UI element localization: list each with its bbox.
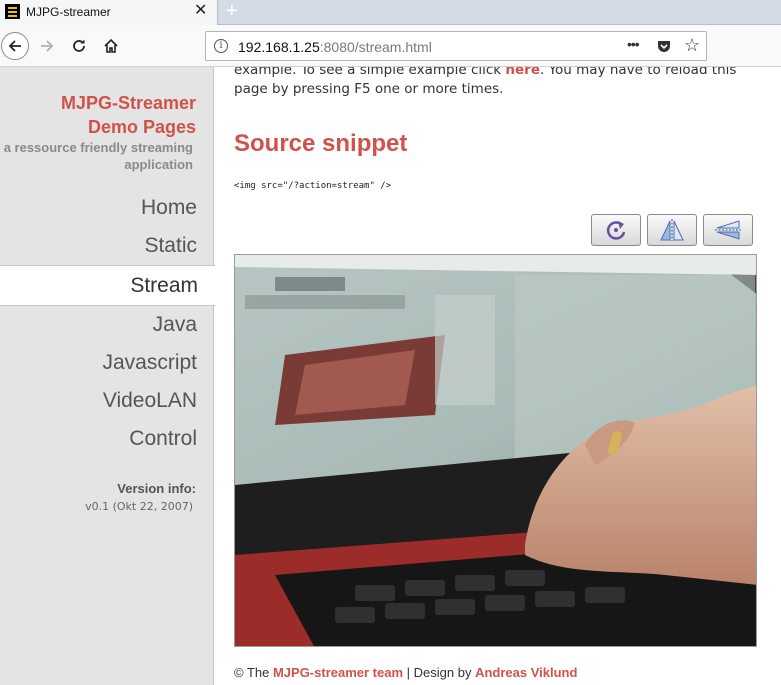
sidebar-item-stream[interactable]: Stream — [0, 265, 215, 306]
web-page: MJPG-Streamer Demo Pages a ressource fri… — [0, 67, 781, 685]
navigation-toolbar: i 192.168.1.25:8080/stream.html ••• ☆ — [0, 25, 781, 67]
home-button[interactable] — [98, 33, 124, 59]
tab-close-icon[interactable]: ✕ — [194, 3, 207, 19]
forward-button[interactable] — [34, 33, 60, 59]
rotate-icon — [606, 221, 626, 240]
version-value: v0.1 (Okt 22, 2007) — [85, 500, 193, 513]
sidebar-item-home[interactable]: Home — [0, 189, 214, 227]
url-text[interactable]: 192.168.1.25:8080/stream.html — [238, 39, 432, 55]
footer-prefix: © The — [234, 665, 273, 680]
flip-vertical-icon — [660, 219, 684, 241]
flip-horizontal-icon — [715, 220, 741, 240]
stream-image — [234, 254, 757, 647]
home-icon — [104, 38, 118, 53]
address-bar[interactable]: i 192.168.1.25:8080/stream.html ••• ☆ — [205, 31, 707, 61]
tab-strip: MJPG-streamer ✕ + — [0, 0, 781, 25]
site-title-line1: MJPG-Streamer — [60, 93, 196, 113]
intro-text-before: example. To see a simple example click — [234, 67, 506, 78]
sidebar: MJPG-Streamer Demo Pages a ressource fri… — [0, 67, 215, 685]
arrow-right-icon — [41, 40, 54, 52]
rotate-button[interactable] — [591, 214, 641, 246]
intro-paragraph: example. To see a simple example click h… — [234, 67, 762, 99]
arrow-left-icon — [8, 40, 21, 52]
sidebar-item-java[interactable]: Java — [0, 306, 214, 344]
new-tab-icon[interactable]: + — [226, 0, 238, 22]
stream-toolbar — [591, 214, 757, 246]
section-title: Source snippet — [234, 130, 408, 157]
sidebar-item-control[interactable]: Control — [0, 420, 214, 458]
tab-title: MJPG-streamer — [26, 5, 111, 19]
sidebar-item-static[interactable]: Static — [0, 227, 214, 265]
stream-frame — [235, 255, 756, 646]
reload-icon — [73, 39, 85, 52]
site-title-line2: Demo Pages — [87, 117, 196, 137]
sidebar-item-videolan[interactable]: VideoLAN — [0, 382, 214, 420]
footer-team-link[interactable]: MJPG-streamer team — [273, 665, 403, 680]
mjpg-streamer-favicon-icon — [5, 4, 20, 19]
site-subtitle: a ressource friendly streaming applicati… — [3, 140, 193, 172]
flip-horizontal-button[interactable] — [703, 214, 753, 246]
reload-button[interactable] — [66, 33, 92, 59]
here-link[interactable]: here — [505, 67, 540, 78]
site-title: MJPG-Streamer Demo Pages — [61, 91, 196, 139]
url-host: 192.168.1.25 — [238, 39, 320, 55]
browser-tab[interactable]: MJPG-streamer ✕ — [0, 0, 218, 25]
flip-vertical-button[interactable] — [647, 214, 697, 246]
url-path: :8080/stream.html — [319, 39, 432, 55]
version-label: Version info: — [117, 481, 196, 496]
page-footer: © The MJPG-streamer team | Design by And… — [234, 665, 577, 680]
pocket-icon[interactable] — [656, 38, 672, 54]
bookmark-star-icon[interactable]: ☆ — [684, 35, 700, 55]
source-snippet: <img src="/?action=stream" /> — [234, 181, 392, 191]
site-info-icon[interactable]: i — [214, 39, 228, 53]
back-button[interactable] — [1, 32, 29, 60]
sidebar-menu: Home Static Stream Java Javascript Video… — [0, 189, 215, 458]
footer-designer-link[interactable]: Andreas Viklund — [475, 665, 577, 680]
sidebar-item-javascript[interactable]: Javascript — [0, 344, 214, 382]
page-actions-icon[interactable]: ••• — [627, 36, 643, 52]
footer-middle: | Design by — [403, 665, 476, 680]
